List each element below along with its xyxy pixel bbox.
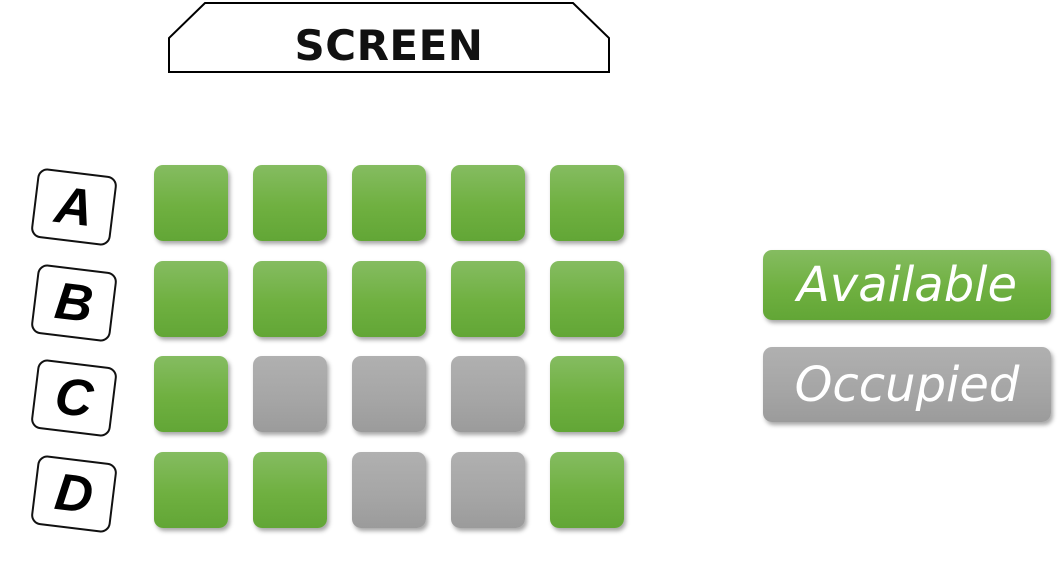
seat-d3: [352, 452, 426, 528]
screen-label: SCREEN: [294, 21, 484, 70]
seat-d5[interactable]: [550, 452, 624, 528]
seat-a4[interactable]: [451, 165, 525, 241]
seat-c1[interactable]: [154, 356, 228, 432]
seat-b1[interactable]: [154, 261, 228, 337]
seat-c3: [352, 356, 426, 432]
seat-b5[interactable]: [550, 261, 624, 337]
seat-d1[interactable]: [154, 452, 228, 528]
row-label-c: C: [30, 358, 118, 438]
seat-c4: [451, 356, 525, 432]
seat-b3[interactable]: [352, 261, 426, 337]
seat-c2: [253, 356, 327, 432]
seat-c5[interactable]: [550, 356, 624, 432]
seat-a1[interactable]: [154, 165, 228, 241]
seat-a2[interactable]: [253, 165, 327, 241]
legend-available: Available: [763, 250, 1051, 320]
seat-a3[interactable]: [352, 165, 426, 241]
row-label-a: A: [30, 167, 118, 247]
seat-a5[interactable]: [550, 165, 624, 241]
legend-occupied: Occupied: [763, 347, 1051, 422]
row-label-d: D: [30, 454, 118, 534]
seat-b2[interactable]: [253, 261, 327, 337]
seat-d2[interactable]: [253, 452, 327, 528]
seat-d4: [451, 452, 525, 528]
row-label-b: B: [30, 263, 118, 343]
seat-b4[interactable]: [451, 261, 525, 337]
